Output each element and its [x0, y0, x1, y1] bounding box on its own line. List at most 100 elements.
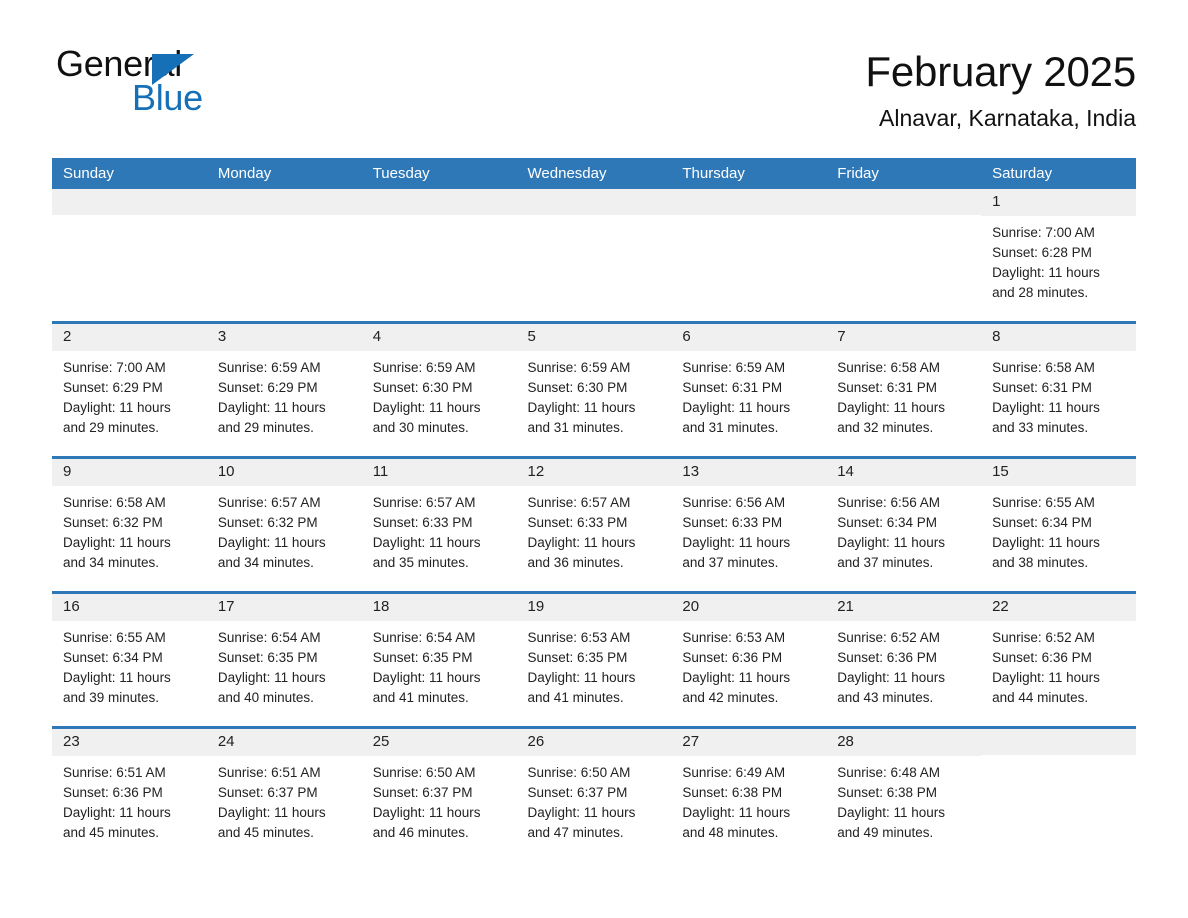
calendar-empty-cell — [516, 189, 672, 323]
daylight-duration-line1: Daylight: 11 hours — [217, 399, 326, 415]
daylight-duration-line1: Daylight: 11 hours — [527, 669, 636, 685]
weekday-header-saturday: Saturday — [981, 158, 1136, 189]
calendar-day-cell[interactable]: 17 Sunrise: 6:54 AM Sunset: 6:35 PM Dayligh… — [206, 591, 362, 728]
day-number: 1 — [981, 189, 1136, 216]
sunrise-time: Sunrise: 6:56 AM — [837, 494, 941, 510]
sunrise-time: Sunrise: 6:53 AM — [682, 629, 786, 645]
day-number: 19 — [516, 594, 672, 621]
daylight-duration-line2: and 34 minutes. — [63, 554, 160, 570]
daylight-duration-line1: Daylight: 11 hours — [837, 534, 946, 550]
calendar-day-cell[interactable]: 27 Sunrise: 6:49 AM Sunset: 6:38 PM Dayligh… — [671, 726, 827, 861]
sunrise-time: Sunrise: 6:57 AM — [372, 494, 476, 510]
daylight-duration-line2: and 28 minutes. — [992, 284, 1089, 300]
calendar-day-cell[interactable]: 24 Sunrise: 6:51 AM Sunset: 6:37 PM Dayligh… — [206, 726, 362, 861]
calendar-empty-cell — [206, 189, 362, 323]
sunrise-time: Sunrise: 6:56 AM — [682, 494, 786, 510]
weekday-header-sunday: Sunday — [52, 158, 207, 189]
calendar-day-cell[interactable]: 18 Sunrise: 6:54 AM Sunset: 6:35 PM Dayligh… — [361, 591, 517, 728]
sunrise-time: Sunrise: 6:58 AM — [837, 359, 941, 375]
sunrise-time: Sunrise: 6:51 AM — [217, 764, 321, 780]
day-number: 18 — [361, 594, 517, 621]
day-sun-info: Sunrise: 6:50 AM Sunset: 6:37 PM Daylight:… — [362, 756, 517, 843]
sunrise-time: Sunrise: 6:51 AM — [63, 764, 166, 780]
daylight-duration-line1: Daylight: 11 hours — [372, 534, 481, 550]
calendar-day-cell[interactable]: 1 Sunrise: 7:00 AM Sunset: 6:28 PM Daylight… — [981, 189, 1136, 323]
daylight-duration-line2: and 39 minutes. — [63, 689, 160, 705]
calendar-day-cell[interactable]: 10 Sunrise: 6:57 AM Sunset: 6:32 PM Dayligh… — [206, 456, 362, 593]
daylight-duration-line2: and 47 minutes. — [527, 824, 624, 840]
day-number — [52, 189, 207, 215]
daylight-duration-line2: and 45 minutes. — [217, 824, 314, 840]
calendar-day-cell[interactable]: 16 Sunrise: 6:55 AM Sunset: 6:34 PM Dayligh… — [52, 591, 207, 728]
calendar-day-cell[interactable]: 15 Sunrise: 6:55 AM Sunset: 6:34 PM Dayligh… — [981, 456, 1136, 593]
calendar-day-cell[interactable]: 23 Sunrise: 6:51 AM Sunset: 6:36 PM Dayligh… — [52, 726, 207, 861]
day-sun-info: Sunrise: 6:51 AM Sunset: 6:36 PM Daylight:… — [52, 756, 207, 843]
day-sun-info: Sunrise: 6:57 AM Sunset: 6:33 PM Daylight:… — [517, 486, 672, 573]
daylight-duration-line2: and 38 minutes. — [992, 554, 1089, 570]
day-number: 25 — [361, 729, 517, 756]
sunrise-time: Sunrise: 6:49 AM — [682, 764, 786, 780]
sunset-time: Sunset: 6:37 PM — [372, 784, 473, 800]
daylight-duration-line1: Daylight: 11 hours — [527, 399, 636, 415]
calendar-page: General Blue February 2025 Alnavar, Karn… — [0, 0, 1188, 918]
sunset-time: Sunset: 6:35 PM — [527, 649, 628, 665]
day-sun-info: Sunrise: 6:48 AM Sunset: 6:38 PM Daylight:… — [826, 756, 981, 843]
calendar-day-cell[interactable]: 4 Sunrise: 6:59 AM Sunset: 6:30 PM Daylight… — [361, 321, 517, 458]
sunset-time: Sunset: 6:28 PM — [992, 244, 1092, 260]
daylight-duration-line2: and 29 minutes. — [63, 419, 160, 435]
calendar-day-cell[interactable]: 21 Sunrise: 6:52 AM Sunset: 6:36 PM Dayligh… — [826, 591, 982, 728]
calendar-day-cell[interactable]: 20 Sunrise: 6:53 AM Sunset: 6:36 PM Dayligh… — [671, 591, 827, 728]
calendar-day-cell[interactable]: 28 Sunrise: 6:48 AM Sunset: 6:38 PM Dayligh… — [826, 726, 982, 861]
calendar-week-row: 9 Sunrise: 6:58 AM Sunset: 6:32 PM Daylight… — [52, 456, 1136, 593]
daylight-duration-line1: Daylight: 11 hours — [837, 804, 946, 820]
weekday-header-wednesday: Wednesday — [516, 158, 672, 189]
sunset-time: Sunset: 6:35 PM — [372, 649, 473, 665]
daylight-duration-line2: and 31 minutes. — [527, 419, 624, 435]
calendar-empty-cell — [981, 726, 1136, 861]
title-block: February 2025 Alnavar, Karnataka, India — [865, 46, 1136, 133]
calendar-day-cell[interactable]: 14 Sunrise: 6:56 AM Sunset: 6:34 PM Dayligh… — [826, 456, 982, 593]
calendar-day-cell[interactable]: 13 Sunrise: 6:56 AM Sunset: 6:33 PM Dayligh… — [671, 456, 827, 593]
daylight-duration-line1: Daylight: 11 hours — [992, 534, 1100, 550]
calendar-day-cell[interactable]: 8 Sunrise: 6:58 AM Sunset: 6:31 PM Daylight… — [981, 321, 1136, 458]
day-sun-info: Sunrise: 6:55 AM Sunset: 6:34 PM Daylight:… — [981, 486, 1136, 573]
calendar-day-cell[interactable]: 2 Sunrise: 7:00 AM Sunset: 6:29 PM Daylight… — [52, 321, 207, 458]
daylight-duration-line1: Daylight: 11 hours — [63, 804, 171, 820]
calendar-empty-cell — [361, 189, 517, 323]
day-number: 12 — [516, 459, 672, 486]
sunset-time: Sunset: 6:38 PM — [682, 784, 783, 800]
day-number: 10 — [206, 459, 362, 486]
day-sun-info: Sunrise: 6:59 AM Sunset: 6:30 PM Daylight:… — [362, 351, 517, 438]
general-blue-logo: General Blue — [56, 46, 286, 120]
calendar-day-cell[interactable]: 7 Sunrise: 6:58 AM Sunset: 6:31 PM Daylight… — [826, 321, 982, 458]
calendar-day-cell[interactable]: 19 Sunrise: 6:53 AM Sunset: 6:35 PM Dayligh… — [516, 591, 672, 728]
day-number: 24 — [206, 729, 362, 756]
daylight-duration-line2: and 33 minutes. — [992, 419, 1089, 435]
day-sun-info: Sunrise: 6:50 AM Sunset: 6:37 PM Daylight:… — [517, 756, 672, 843]
calendar-week-row: 2 Sunrise: 7:00 AM Sunset: 6:29 PM Daylight… — [52, 321, 1136, 458]
day-number: 8 — [981, 324, 1136, 351]
sunset-time: Sunset: 6:31 PM — [992, 379, 1092, 395]
sunset-time: Sunset: 6:37 PM — [217, 784, 318, 800]
sunset-time: Sunset: 6:31 PM — [682, 379, 783, 395]
calendar-day-cell[interactable]: 9 Sunrise: 6:58 AM Sunset: 6:32 PM Daylight… — [52, 456, 207, 593]
day-sun-info: Sunrise: 6:57 AM Sunset: 6:32 PM Daylight:… — [207, 486, 362, 573]
sunrise-time: Sunrise: 7:00 AM — [992, 224, 1095, 240]
calendar-day-cell[interactable]: 22 Sunrise: 6:52 AM Sunset: 6:36 PM Dayligh… — [981, 591, 1136, 728]
sunrise-time: Sunrise: 6:59 AM — [217, 359, 321, 375]
day-number: 15 — [981, 459, 1136, 486]
calendar-day-cell[interactable]: 11 Sunrise: 6:57 AM Sunset: 6:33 PM Dayligh… — [361, 456, 517, 593]
daylight-duration-line1: Daylight: 11 hours — [372, 669, 481, 685]
day-sun-info: Sunrise: 6:51 AM Sunset: 6:37 PM Daylight:… — [207, 756, 362, 843]
sunset-time: Sunset: 6:34 PM — [837, 514, 938, 530]
location-subtitle: Alnavar, Karnataka, India — [879, 105, 1136, 132]
calendar-day-cell[interactable]: 26 Sunrise: 6:50 AM Sunset: 6:37 PM Dayligh… — [516, 726, 672, 861]
calendar-day-cell[interactable]: 25 Sunrise: 6:50 AM Sunset: 6:37 PM Dayligh… — [361, 726, 517, 861]
calendar-day-cell[interactable]: 12 Sunrise: 6:57 AM Sunset: 6:33 PM Dayligh… — [516, 456, 672, 593]
day-number — [671, 189, 827, 215]
sunrise-time: Sunrise: 6:54 AM — [372, 629, 476, 645]
calendar-day-cell[interactable]: 5 Sunrise: 6:59 AM Sunset: 6:30 PM Daylight… — [516, 321, 672, 458]
calendar-day-cell[interactable]: 6 Sunrise: 6:59 AM Sunset: 6:31 PM Daylight… — [671, 321, 827, 458]
sunset-time: Sunset: 6:36 PM — [682, 649, 783, 665]
calendar-day-cell[interactable]: 3 Sunrise: 6:59 AM Sunset: 6:29 PM Daylight… — [206, 321, 362, 458]
